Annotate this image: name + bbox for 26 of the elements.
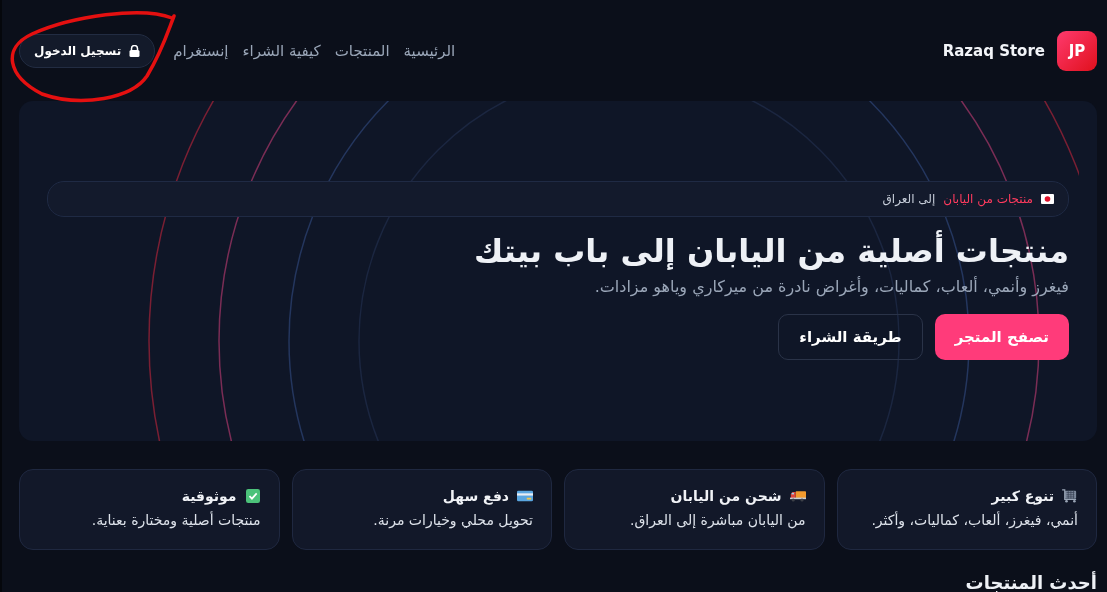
login-button[interactable]: تسجيل الدخول xyxy=(19,33,156,68)
nav-link[interactable]: إنستغرام xyxy=(173,41,229,60)
flag-icon xyxy=(1041,194,1054,204)
feature-description: تحويل محلي وخيارات مرنة. xyxy=(372,512,533,528)
feature-title: تنوع كبير xyxy=(991,488,1054,504)
credit-card-icon xyxy=(517,489,533,503)
feature-title: شحن من اليابان xyxy=(670,488,782,504)
nav-link[interactable]: المنتجات xyxy=(334,41,390,60)
check-icon xyxy=(244,489,261,503)
tagline-highlight: منتجات من اليابان xyxy=(943,192,1033,206)
feature-description: من اليابان مباشرة إلى العراق. xyxy=(629,512,806,528)
hero-title: منتجات أصلية من اليابان إلى باب بيتك xyxy=(473,231,1069,272)
truck-icon xyxy=(789,489,806,503)
tagline-text: إلى العراق xyxy=(882,192,936,206)
lock-icon xyxy=(129,44,141,57)
nav-link[interactable]: كيفية الشراء xyxy=(242,41,321,60)
logo-badge[interactable]: JP xyxy=(1057,30,1097,71)
feature-description: منتجات أصلية ومختارة بعناية. xyxy=(90,512,261,528)
cart-icon xyxy=(1062,489,1078,503)
feature-title: موثوقية xyxy=(181,488,237,504)
brand-name: Razaq Store xyxy=(942,41,1045,60)
feature-description: أنمي، فيغرز، ألعاب، كماليات، وأكثر. xyxy=(870,512,1078,528)
nav-link[interactable]: الرئيسية xyxy=(403,41,456,60)
how-to-buy-button[interactable]: طريقة الشراء xyxy=(778,313,923,360)
feature-title: دفع سهل xyxy=(442,488,509,504)
section-title: أحدث المنتجات xyxy=(964,572,1097,592)
